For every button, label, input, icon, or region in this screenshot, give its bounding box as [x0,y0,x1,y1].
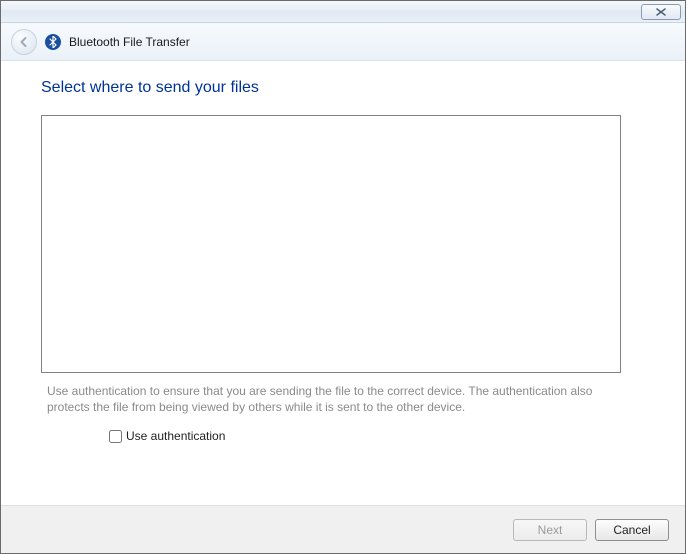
use-authentication-row[interactable]: Use authentication [109,429,645,443]
back-arrow-icon [18,36,30,48]
back-button [11,29,37,55]
footer-bar: Next Cancel [1,505,685,553]
cancel-button[interactable]: Cancel [595,519,669,541]
use-authentication-label: Use authentication [126,429,225,443]
device-list[interactable] [41,115,621,373]
header-bar: Bluetooth File Transfer [1,23,685,61]
description-text: Use authentication to ensure that you ar… [47,383,617,415]
close-icon [655,8,667,16]
close-button[interactable] [641,4,681,20]
use-authentication-checkbox[interactable] [109,430,122,443]
content-area: Select where to send your files Use auth… [1,61,685,505]
next-button[interactable]: Next [513,519,587,541]
bluetooth-icon [45,34,61,50]
page-heading: Select where to send your files [41,79,645,97]
wizard-window: Bluetooth File Transfer Select where to … [0,0,686,554]
titlebar [1,1,685,23]
window-title: Bluetooth File Transfer [69,35,190,49]
